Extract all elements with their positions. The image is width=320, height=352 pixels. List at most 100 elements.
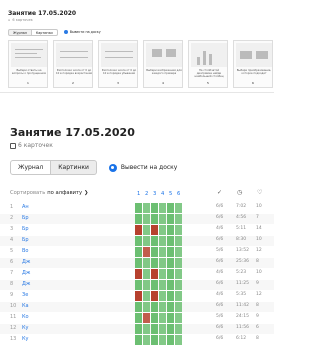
answer-cell[interactable] xyxy=(167,280,174,290)
answer-cell[interactable] xyxy=(151,214,158,224)
answer-cell[interactable] xyxy=(167,313,174,323)
answer-cell[interactable] xyxy=(151,280,158,290)
answer-cell[interactable] xyxy=(151,324,158,334)
answer-cell[interactable] xyxy=(135,258,142,268)
answer-cell[interactable] xyxy=(167,214,174,224)
preview-card[interactable]: Расположи числа от 0 до 10 в порядке воз… xyxy=(53,40,93,88)
preview-tab-journal[interactable]: Журнал xyxy=(8,28,32,36)
answer-cell[interactable] xyxy=(167,225,174,235)
table-row[interactable]: 8 Дж 6/6 11:25 9 xyxy=(0,280,274,290)
table-row[interactable]: 5 Во 5/6 13:52 12 xyxy=(0,247,274,257)
preview-tab-pictures[interactable]: Картинки xyxy=(31,28,58,36)
table-row[interactable]: 2 Бр 6/6 4:56 7 xyxy=(0,214,274,224)
answer-cell[interactable] xyxy=(167,291,174,301)
answer-cell[interactable] xyxy=(159,225,166,235)
answer-cell[interactable] xyxy=(175,280,182,290)
answer-cell[interactable] xyxy=(151,225,158,235)
answer-cell[interactable] xyxy=(135,313,142,323)
answer-cell[interactable] xyxy=(143,280,150,290)
answer-cell[interactable] xyxy=(143,335,150,345)
table-row[interactable]: 9 Зе 4/6 5:35 12 xyxy=(0,291,274,301)
answer-cell[interactable] xyxy=(159,324,166,334)
answer-cell[interactable] xyxy=(151,258,158,268)
answer-cell[interactable] xyxy=(159,236,166,246)
answer-cell[interactable] xyxy=(167,258,174,268)
answer-cell[interactable] xyxy=(175,236,182,246)
table-row[interactable]: 13 Ку 6/6 6:12 8 xyxy=(0,335,274,345)
answer-cell[interactable] xyxy=(151,291,158,301)
answer-cell[interactable] xyxy=(151,236,158,246)
column-header[interactable]: 5 xyxy=(169,191,172,197)
answer-cell[interactable] xyxy=(167,247,174,257)
answer-cell[interactable] xyxy=(175,313,182,323)
answer-cell[interactable] xyxy=(135,324,142,334)
answer-cell[interactable] xyxy=(159,291,166,301)
answer-cell[interactable] xyxy=(159,203,166,213)
answer-cell[interactable] xyxy=(175,335,182,345)
answer-cell[interactable] xyxy=(175,302,182,312)
answer-cell[interactable] xyxy=(143,291,150,301)
answer-cell[interactable] xyxy=(167,335,174,345)
answer-cell[interactable] xyxy=(159,335,166,345)
answer-cell[interactable] xyxy=(175,247,182,257)
answer-cell[interactable] xyxy=(167,302,174,312)
answer-cell[interactable] xyxy=(175,225,182,235)
answer-cell[interactable] xyxy=(135,269,142,279)
answer-cell[interactable] xyxy=(151,269,158,279)
answer-cell[interactable] xyxy=(159,247,166,257)
preview-broadcast-button[interactable]: Вывести на доску xyxy=(63,30,101,34)
table-row[interactable]: 6 Дж 6/6 25:36 8 xyxy=(0,258,274,268)
answer-cell[interactable] xyxy=(159,258,166,268)
answer-cell[interactable] xyxy=(143,258,150,268)
column-header[interactable]: 6 xyxy=(177,191,180,197)
answer-cell[interactable] xyxy=(159,302,166,312)
answer-cell[interactable] xyxy=(151,302,158,312)
table-row[interactable]: 10 Ка 6/6 11:42 8 xyxy=(0,302,274,312)
tab-journal[interactable]: Журнал xyxy=(10,160,52,175)
table-row[interactable]: 1 Ан 6/6 7:02 10 xyxy=(0,203,274,213)
answer-cell[interactable] xyxy=(167,269,174,279)
answer-cell[interactable] xyxy=(159,214,166,224)
answer-cell[interactable] xyxy=(159,280,166,290)
answer-cell[interactable] xyxy=(143,203,150,213)
answer-cell[interactable] xyxy=(135,335,142,345)
answer-cell[interactable] xyxy=(143,269,150,279)
answer-cell[interactable] xyxy=(175,258,182,268)
answer-cell[interactable] xyxy=(151,247,158,257)
answer-cell[interactable] xyxy=(159,269,166,279)
answer-cell[interactable] xyxy=(135,247,142,257)
preview-card[interactable]: Выбери изображения для каждого примера 4 xyxy=(143,40,183,88)
answer-cell[interactable] xyxy=(135,203,142,213)
answer-cell[interactable] xyxy=(143,302,150,312)
preview-card[interactable]: Выбери ответы на вопросы о пропущенном 1 xyxy=(8,40,48,88)
answer-cell[interactable] xyxy=(175,324,182,334)
answer-cell[interactable] xyxy=(175,203,182,213)
answer-cell[interactable] xyxy=(135,214,142,224)
table-row[interactable]: 12 Ку 6/6 11:56 6 xyxy=(0,324,274,334)
column-header[interactable]: 3 xyxy=(153,191,156,197)
tab-pictures[interactable]: Картинки xyxy=(51,160,97,175)
broadcast-button[interactable]: Вывести на доску xyxy=(108,163,177,172)
sort-dropdown[interactable]: Сортировать по алфавиту ❯ xyxy=(10,190,88,196)
answer-cell[interactable] xyxy=(135,280,142,290)
answer-cell[interactable] xyxy=(151,313,158,323)
column-header[interactable]: 1 xyxy=(137,191,140,197)
column-header[interactable]: 4 xyxy=(161,191,164,197)
answer-cell[interactable] xyxy=(143,324,150,334)
answer-cell[interactable] xyxy=(135,236,142,246)
answer-cell[interactable] xyxy=(167,236,174,246)
answer-cell[interactable] xyxy=(143,247,150,257)
table-row[interactable]: 11 Ко 5/6 24:15 9 xyxy=(0,313,274,323)
preview-card[interactable]: На столбчатой диаграмме найди наибольший… xyxy=(188,40,228,88)
preview-card[interactable]: Расположи числа от 0 до 10 в порядке убы… xyxy=(98,40,138,88)
answer-cell[interactable] xyxy=(143,225,150,235)
table-row[interactable]: 7 Дж 4/6 5:23 10 xyxy=(0,269,274,279)
answer-cell[interactable] xyxy=(175,269,182,279)
table-row[interactable]: 3 Бр 4/6 5:11 14 xyxy=(0,225,274,235)
preview-card[interactable]: Выбери преобразование, которое подходит … xyxy=(233,40,273,88)
answer-cell[interactable] xyxy=(143,313,150,323)
answer-cell[interactable] xyxy=(175,291,182,301)
answer-cell[interactable] xyxy=(151,335,158,345)
answer-cell[interactable] xyxy=(135,225,142,235)
answer-cell[interactable] xyxy=(175,214,182,224)
